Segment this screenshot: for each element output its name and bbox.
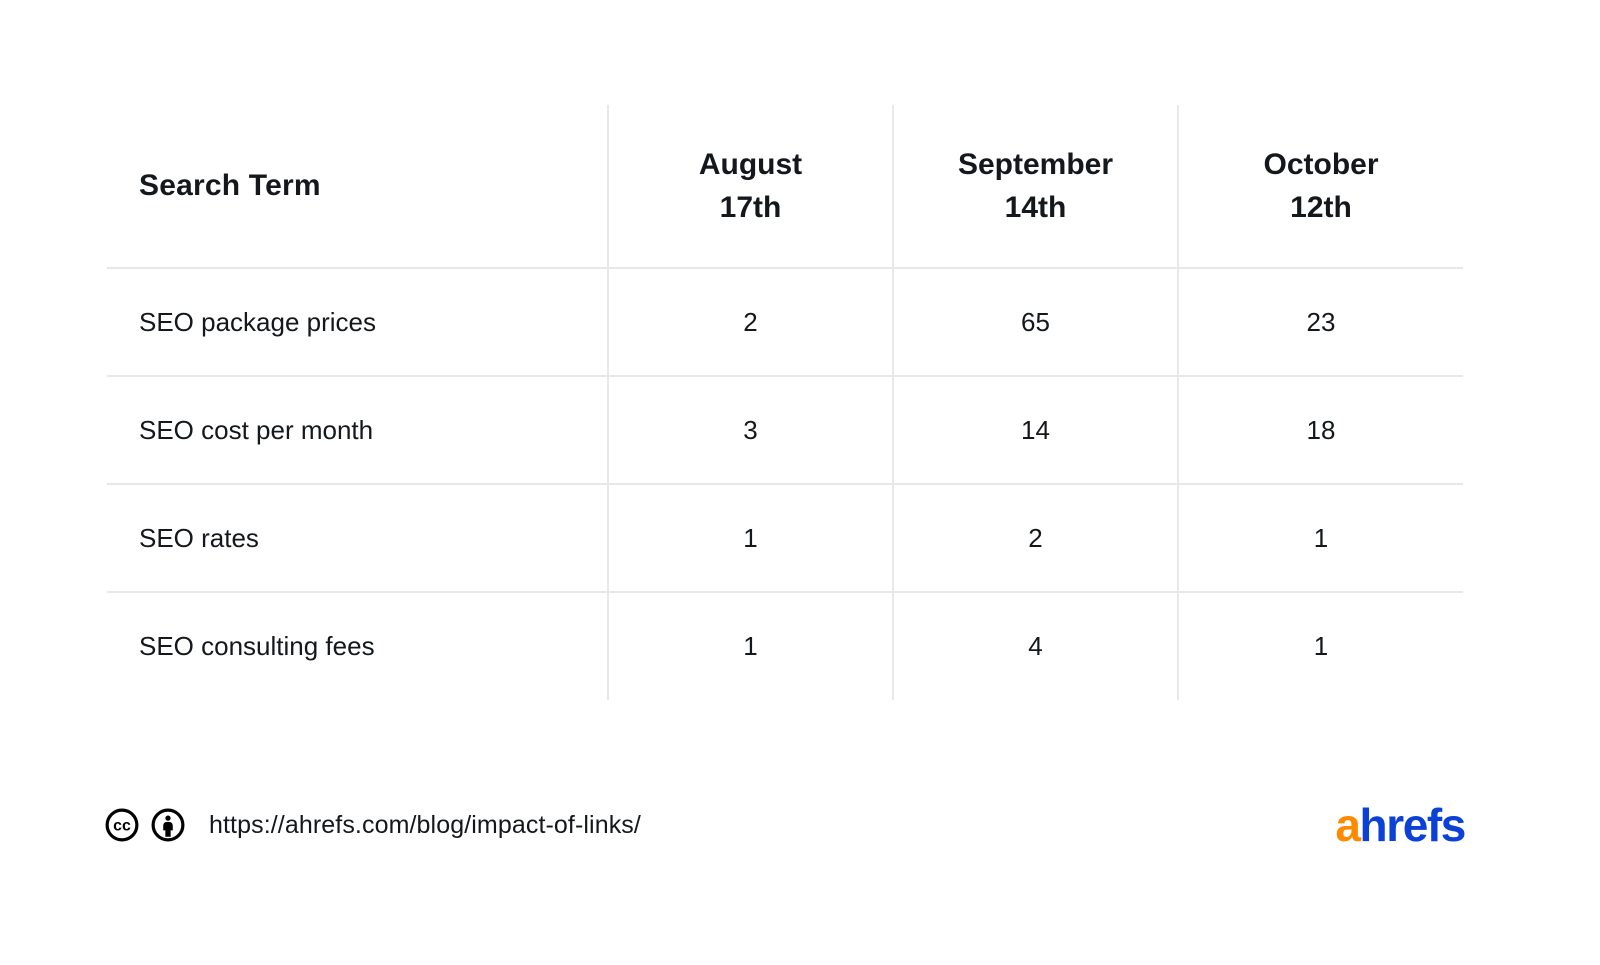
table-row: SEO cost per month 3 14 18 [107,376,1463,484]
footer: cc https://ahrefs.com/blog/impact-of-lin… [0,795,1600,865]
creative-commons-icon: cc [105,808,139,842]
cell-october: 18 [1178,376,1463,484]
search-term-table-container: Search Term August 17th September 14th O… [107,105,1463,700]
cell-august: 1 [608,592,893,700]
ahrefs-logo-rest: hrefs [1360,798,1466,852]
svg-text:cc: cc [113,817,131,834]
table-row: SEO package prices 2 65 23 [107,268,1463,376]
attribution-by-icon [151,808,185,842]
column-header-october: October 12th [1178,105,1463,268]
column-header-august: August 17th [608,105,893,268]
cell-august: 1 [608,484,893,592]
ahrefs-logo-a: a [1335,798,1359,852]
cell-search-term: SEO package prices [107,268,608,376]
column-header-september-month: September [894,143,1177,187]
table-header-row: Search Term August 17th September 14th O… [107,105,1463,268]
column-header-october-day: 12th [1179,186,1463,230]
column-header-october-month: October [1179,143,1463,187]
cell-october: 1 [1178,484,1463,592]
cell-october: 1 [1178,592,1463,700]
table-body: SEO package prices 2 65 23 SEO cost per … [107,268,1463,700]
table-row: SEO consulting fees 1 4 1 [107,592,1463,700]
footer-attribution: cc https://ahrefs.com/blog/impact-of-lin… [105,795,641,855]
column-header-august-day: 17th [609,186,892,230]
cell-search-term: SEO consulting fees [107,592,608,700]
cell-august: 3 [608,376,893,484]
cell-september: 4 [893,592,1178,700]
cell-september: 2 [893,484,1178,592]
cell-august: 2 [608,268,893,376]
screenshot-page: Search Term August 17th September 14th O… [0,0,1600,965]
source-url[interactable]: https://ahrefs.com/blog/impact-of-links/ [209,811,641,840]
cell-search-term: SEO rates [107,484,608,592]
column-header-search-term: Search Term [107,105,608,268]
column-header-august-month: August [609,143,892,187]
search-term-table: Search Term August 17th September 14th O… [107,105,1463,700]
cell-search-term: SEO cost per month [107,376,608,484]
table-header: Search Term August 17th September 14th O… [107,105,1463,268]
column-header-september: September 14th [893,105,1178,268]
cell-september: 65 [893,268,1178,376]
table-row: SEO rates 1 2 1 [107,484,1463,592]
cell-october: 23 [1178,268,1463,376]
column-header-september-day: 14th [894,186,1177,230]
cell-september: 14 [893,376,1178,484]
ahrefs-logo: ahrefs [1335,795,1465,855]
